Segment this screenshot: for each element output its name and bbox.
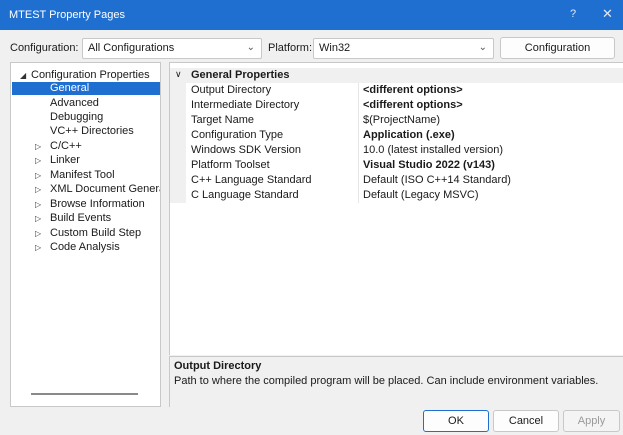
platform-value: Win32 (319, 42, 351, 54)
tree-item-label: General (50, 82, 90, 94)
tree-item-code-analysis[interactable]: ▷ Code Analysis (12, 241, 160, 254)
tree-item-advanced[interactable]: Advanced (12, 97, 160, 110)
tree-item-debugging[interactable]: Debugging (12, 111, 160, 124)
expand-triangle-icon[interactable]: ▷ (35, 241, 41, 254)
tree-item-linker[interactable]: ▷ Linker (12, 154, 160, 167)
property-value[interactable]: 10.0 (latest installed version) (363, 143, 503, 158)
section-title: General Properties (191, 69, 290, 81)
tree-item-label: C/C++ (50, 140, 82, 152)
configuration-value: All Configurations (88, 42, 175, 54)
title-bar: MTEST Property Pages ? ✕ (0, 0, 623, 30)
tree-item-xml-document-generator[interactable]: ▷ XML Document Generator (12, 183, 160, 196)
property-name: Target Name (191, 114, 254, 126)
property-value[interactable]: Default (ISO C++14 Standard) (363, 173, 511, 188)
collapse-chevron-icon[interactable]: ∨ (175, 69, 182, 80)
tree-item-build-events[interactable]: ▷ Build Events (12, 212, 160, 225)
description-pane: Output Directory Path to where the compi… (169, 356, 623, 407)
tree-item-label: XML Document Generator (50, 183, 160, 195)
property-value[interactable]: <different options> (363, 98, 463, 113)
description-title: Output Directory (174, 360, 262, 372)
tree-item-label: Build Events (50, 212, 112, 224)
tree-item-vc-directories[interactable]: VC++ Directories (12, 125, 160, 138)
property-name: Intermediate Directory (191, 99, 300, 111)
tree-item-label: VC++ Directories (50, 125, 134, 137)
window-title: MTEST Property Pages (9, 9, 125, 21)
property-row[interactable]: C Language Standard Default (Legacy MSVC… (170, 188, 623, 203)
property-value[interactable]: <different options> (363, 83, 463, 98)
configuration-manager-button[interactable]: Configuration Manager... (500, 37, 615, 74)
tree-item-label: Linker (50, 154, 80, 166)
category-tree[interactable]: ◢ Configuration Properties General Advan… (10, 62, 161, 407)
expand-triangle-icon[interactable]: ▷ (35, 198, 41, 211)
configuration-dropdown[interactable]: All Configurations ⌄ (82, 38, 262, 59)
chevron-down-icon: ⌄ (478, 42, 487, 53)
property-row[interactable]: Configuration Type Application (.exe) (170, 128, 623, 143)
cancel-button[interactable]: Cancel (493, 410, 559, 432)
property-value[interactable]: Application (.exe) (363, 128, 455, 143)
tree-item-label: Configuration Properties (31, 69, 150, 81)
configuration-label: Configuration: (10, 42, 79, 54)
tree-item-custom-build-step[interactable]: ▷ Custom Build Step (12, 227, 160, 240)
expand-triangle-icon[interactable]: ▷ (35, 169, 41, 182)
tree-item-label: Browse Information (50, 198, 145, 210)
property-name: Output Directory (191, 84, 272, 96)
help-icon[interactable]: ? (570, 8, 576, 20)
property-name: Windows SDK Version (191, 144, 302, 156)
close-icon[interactable]: ✕ (602, 6, 613, 22)
property-row[interactable]: C++ Language Standard Default (ISO C++14… (170, 173, 623, 188)
tree-item-browse-information[interactable]: ▷ Browse Information (12, 198, 160, 211)
ok-button[interactable]: OK (423, 410, 489, 432)
property-name: Configuration Type (191, 129, 284, 141)
platform-dropdown[interactable]: Win32 ⌄ (313, 38, 494, 59)
expand-triangle-icon[interactable]: ▷ (35, 212, 41, 225)
property-value[interactable]: Visual Studio 2022 (v143) (363, 158, 495, 173)
property-name: Platform Toolset (191, 159, 270, 171)
apply-button[interactable]: Apply (563, 410, 620, 432)
tree-item-manifest-tool[interactable]: ▷ Manifest Tool (12, 169, 160, 182)
property-row[interactable]: Intermediate Directory <different option… (170, 98, 623, 113)
description-text: Path to where the compiled program will … (174, 375, 599, 387)
tree-item-c-cpp[interactable]: ▷ C/C++ (12, 140, 160, 153)
tree-item-general[interactable]: General (12, 82, 160, 95)
expand-triangle-icon[interactable]: ▷ (35, 227, 41, 240)
chevron-down-icon: ⌄ (246, 42, 255, 53)
expand-triangle-icon[interactable]: ▷ (35, 140, 41, 153)
property-row[interactable]: Target Name $(ProjectName) (170, 113, 623, 128)
tree-item-configuration-properties[interactable]: ◢ Configuration Properties (12, 69, 160, 82)
property-row[interactable]: Output Directory <different options> (170, 83, 623, 98)
section-header-general-properties[interactable]: ∨ General Properties (170, 68, 623, 83)
expand-triangle-icon[interactable]: ▷ (35, 154, 41, 167)
tree-item-label: Advanced (50, 97, 99, 109)
platform-label: Platform: (268, 42, 313, 54)
property-grid[interactable]: ∨ General Properties Output Directory <d… (169, 62, 623, 355)
tree-item-label: Custom Build Step (50, 227, 142, 239)
property-row[interactable]: Platform Toolset Visual Studio 2022 (v14… (170, 158, 623, 173)
property-value[interactable]: $(ProjectName) (363, 113, 440, 128)
tree-item-label: Debugging (50, 111, 104, 123)
expand-triangle-icon[interactable]: ▷ (35, 183, 41, 196)
expand-triangle-icon[interactable]: ◢ (20, 69, 26, 82)
tree-item-label: Code Analysis (50, 241, 120, 253)
property-value[interactable]: Default (Legacy MSVC) (363, 188, 479, 203)
property-name: C++ Language Standard (191, 174, 312, 186)
horizontal-scrollbar[interactable] (31, 393, 138, 395)
tree-item-label: Manifest Tool (50, 169, 115, 181)
property-row[interactable]: Windows SDK Version 10.0 (latest install… (170, 143, 623, 158)
property-name: C Language Standard (191, 189, 299, 201)
